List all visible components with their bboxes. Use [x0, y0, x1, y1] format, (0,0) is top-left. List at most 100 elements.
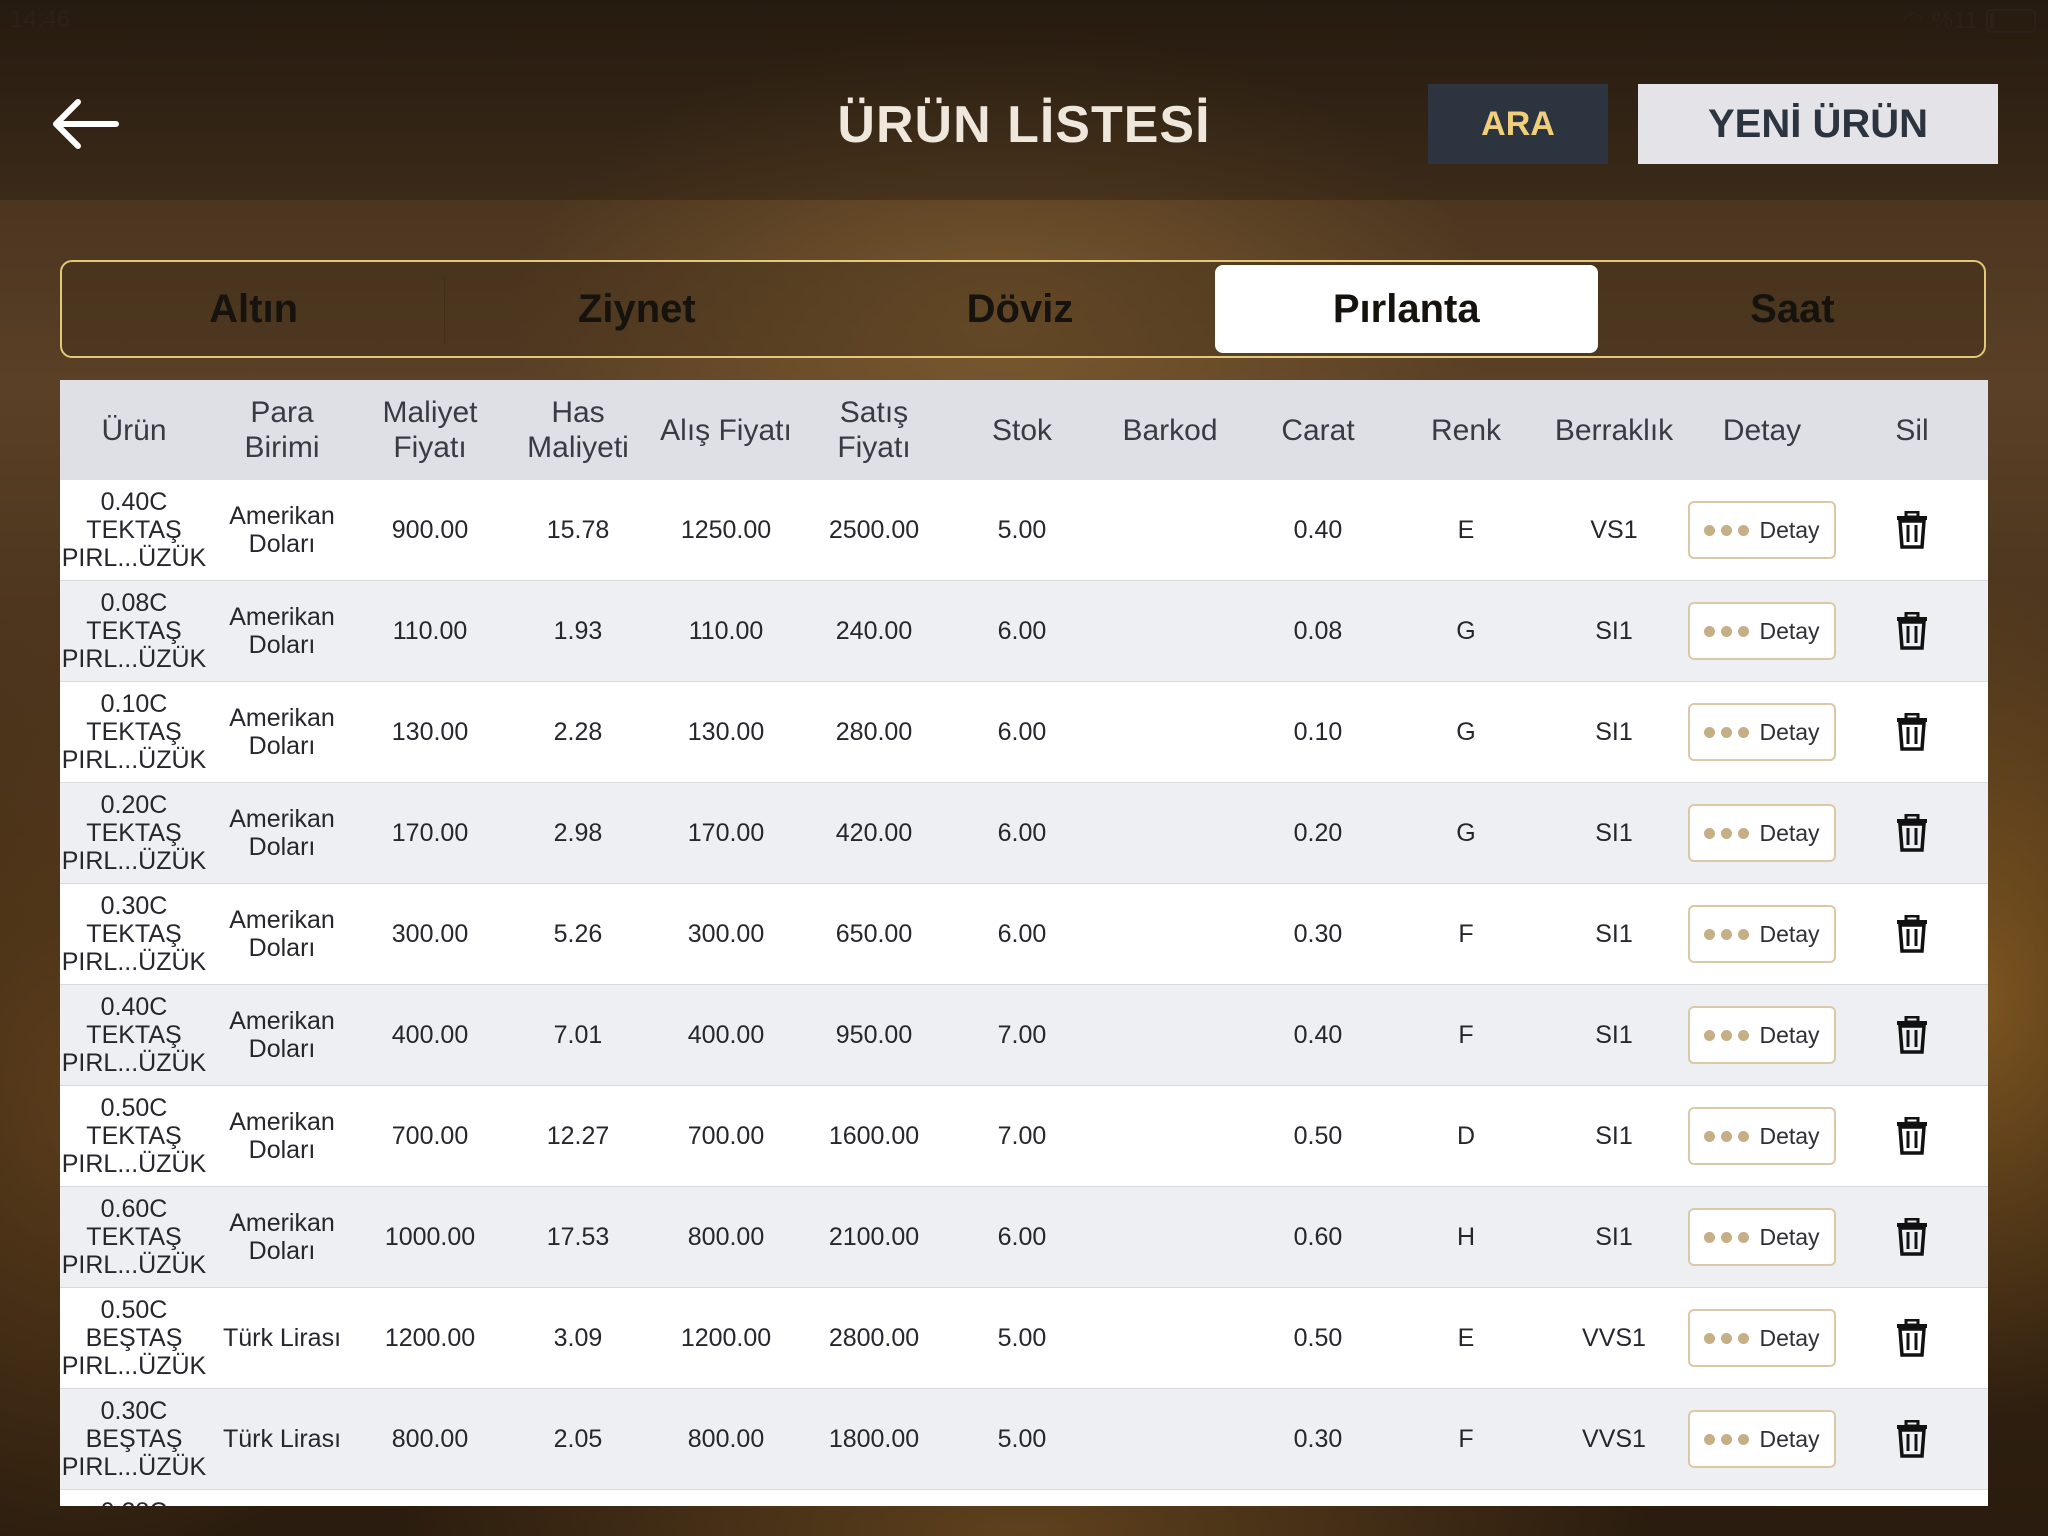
column-header: Maliyet Fiyatı	[382, 396, 478, 464]
table-cell: 0.40C TEKTAŞ PIRL...ÜZÜK	[61, 488, 207, 572]
table-cell: 650.00	[835, 919, 913, 948]
table-row[interactable]: 0.30C BEŞTAŞ PIRL...ÜZÜK Türk Lirası 800.0…	[60, 1389, 1988, 1490]
detail-label: Detay	[1759, 1223, 1820, 1250]
detail-label: Detay	[1759, 617, 1820, 644]
table-cell: 1800.00	[828, 1424, 920, 1453]
table-cell: 1250.00	[680, 515, 772, 544]
delete-button[interactable]	[1836, 1086, 1988, 1186]
column-header: Satış Fiyatı	[837, 396, 911, 464]
table-cell: 0.50	[1293, 1121, 1343, 1150]
detail-cell: Detay	[1688, 1288, 1836, 1388]
table-cell: 6.00	[997, 818, 1047, 847]
table-row[interactable]: 0.30C TEKTAŞ PIRL...ÜZÜK Amerikan Doları 3…	[60, 884, 1988, 985]
search-button[interactable]: ARA	[1428, 84, 1608, 164]
detail-button[interactable]: Detay	[1688, 501, 1836, 559]
trash-icon	[1897, 511, 1927, 549]
delete-button[interactable]	[1836, 985, 1988, 1085]
table-cell: 0.30	[1293, 919, 1343, 948]
detail-button[interactable]: Detay	[1688, 1309, 1836, 1367]
status-bar: 14:46 ◠ %11	[0, 0, 2048, 40]
table-cell: 5.00	[997, 1424, 1047, 1453]
table-cell: SI1	[1595, 1020, 1633, 1049]
table-cell: 1.93	[553, 616, 603, 645]
table-cell: 0.30	[1293, 1424, 1343, 1453]
table-cell: 2500.00	[828, 515, 920, 544]
table-row[interactable]: 0.20C TEKTAŞ PIRL...ÜZÜK Amerikan Doları 1…	[60, 783, 1988, 884]
detail-button[interactable]: Detay	[1688, 1006, 1836, 1064]
table-row[interactable]: 0.40C TEKTAŞ PIRL...ÜZÜK Amerikan Doları 9…	[60, 480, 1988, 581]
table-row[interactable]: 0.28C	[60, 1490, 1988, 1506]
detail-button[interactable]: Detay	[1688, 804, 1836, 862]
table-row[interactable]: 0.10C TEKTAŞ PIRL...ÜZÜK Amerikan Doları 1…	[60, 682, 1988, 783]
delete-button[interactable]	[1836, 1187, 1988, 1287]
detail-label: Detay	[1759, 1324, 1820, 1351]
table-cell: 0.28C	[60, 1498, 208, 1506]
trash-icon	[1897, 612, 1927, 650]
table-cell: 0.40C TEKTAŞ PIRL...ÜZÜK	[61, 993, 207, 1077]
more-dots-icon	[1704, 524, 1750, 536]
detail-button[interactable]: Detay	[1688, 703, 1836, 761]
table-cell: 12.27	[546, 1121, 610, 1150]
table-cell: 7.00	[997, 1121, 1047, 1150]
status-time: 14:46	[10, 6, 71, 33]
table-cell: 0.60C TEKTAŞ PIRL...ÜZÜK	[61, 1195, 207, 1279]
table-cell: 800.00	[391, 1424, 469, 1453]
table-cell: Amerikan Doları	[229, 1007, 335, 1063]
trash-icon	[1897, 1016, 1927, 1054]
tab-pirlanta[interactable]: Pırlanta	[1214, 265, 1598, 353]
table-row[interactable]: 0.08C TEKTAŞ PIRL...ÜZÜK Amerikan Doları 1…	[60, 581, 1988, 682]
delete-button[interactable]	[1836, 480, 1988, 580]
tab-doviz[interactable]: Döviz	[828, 262, 1211, 356]
table-cell: E	[1457, 515, 1475, 544]
delete-button[interactable]	[1836, 581, 1988, 681]
delete-button[interactable]	[1836, 682, 1988, 782]
table-cell: Amerikan Doları	[229, 603, 335, 659]
detail-button[interactable]: Detay	[1688, 1208, 1836, 1266]
table-row[interactable]: 0.60C TEKTAŞ PIRL...ÜZÜK Amerikan Doları 1…	[60, 1187, 1988, 1288]
table-cell: 240.00	[835, 616, 913, 645]
more-dots-icon	[1704, 1332, 1750, 1344]
detail-button[interactable]: Detay	[1688, 602, 1836, 660]
table-cell: 700.00	[391, 1121, 469, 1150]
tab-ziynet[interactable]: Ziynet	[445, 262, 828, 356]
table-row[interactable]: 0.50C BEŞTAŞ PIRL...ÜZÜK Türk Lirası 1200.…	[60, 1288, 1988, 1389]
table-cell: 130.00	[687, 717, 765, 746]
table-cell: Amerikan Doları	[229, 906, 335, 962]
battery-percent: %11	[1931, 6, 1978, 34]
table-cell: 130.00	[391, 717, 469, 746]
more-dots-icon	[1704, 1029, 1750, 1041]
delete-button[interactable]	[1836, 1389, 1988, 1489]
table-cell: Türk Lirası	[222, 1324, 342, 1352]
column-header: Para Birimi	[244, 396, 320, 464]
detail-label: Detay	[1759, 1021, 1820, 1048]
trash-icon	[1897, 1117, 1927, 1155]
table-cell	[1096, 985, 1244, 1085]
detail-button[interactable]: Detay	[1688, 905, 1836, 963]
table-cell: F	[1458, 1424, 1474, 1453]
delete-button[interactable]	[1836, 1288, 1988, 1388]
detail-label: Detay	[1759, 718, 1820, 745]
tab-saat[interactable]: Saat	[1601, 262, 1984, 356]
table-cell: 5.00	[997, 1323, 1047, 1352]
table-row[interactable]: 0.50C TEKTAŞ PIRL...ÜZÜK Amerikan Doları 7…	[60, 1086, 1988, 1187]
detail-button[interactable]: Detay	[1688, 1107, 1836, 1165]
detail-button[interactable]: Detay	[1688, 1410, 1836, 1468]
table-cell	[1096, 783, 1244, 883]
product-table: Ürün Para Birimi Maliyet Fiyatı Has Maliyet…	[60, 380, 1988, 1506]
more-dots-icon	[1704, 827, 1750, 839]
table-cell	[1096, 1086, 1244, 1186]
new-product-button[interactable]: YENİ ÜRÜN	[1638, 84, 1998, 164]
delete-button[interactable]	[1836, 884, 1988, 984]
table-cell: 6.00	[997, 1222, 1047, 1251]
table-cell: 3.09	[553, 1323, 603, 1352]
table-cell: SI1	[1595, 818, 1633, 847]
table-cell: 6.00	[997, 919, 1047, 948]
delete-button[interactable]	[1836, 783, 1988, 883]
table-cell: 2800.00	[828, 1323, 920, 1352]
table-cell: 1600.00	[828, 1121, 920, 1150]
table-row[interactable]: 0.40C TEKTAŞ PIRL...ÜZÜK Amerikan Doları 4…	[60, 985, 1988, 1086]
tab-altin[interactable]: Altın	[62, 262, 446, 356]
table-cell: 0.08C TEKTAŞ PIRL...ÜZÜK	[61, 589, 207, 673]
table-cell: D	[1456, 1121, 1476, 1150]
table-cell: H	[1456, 1222, 1476, 1251]
